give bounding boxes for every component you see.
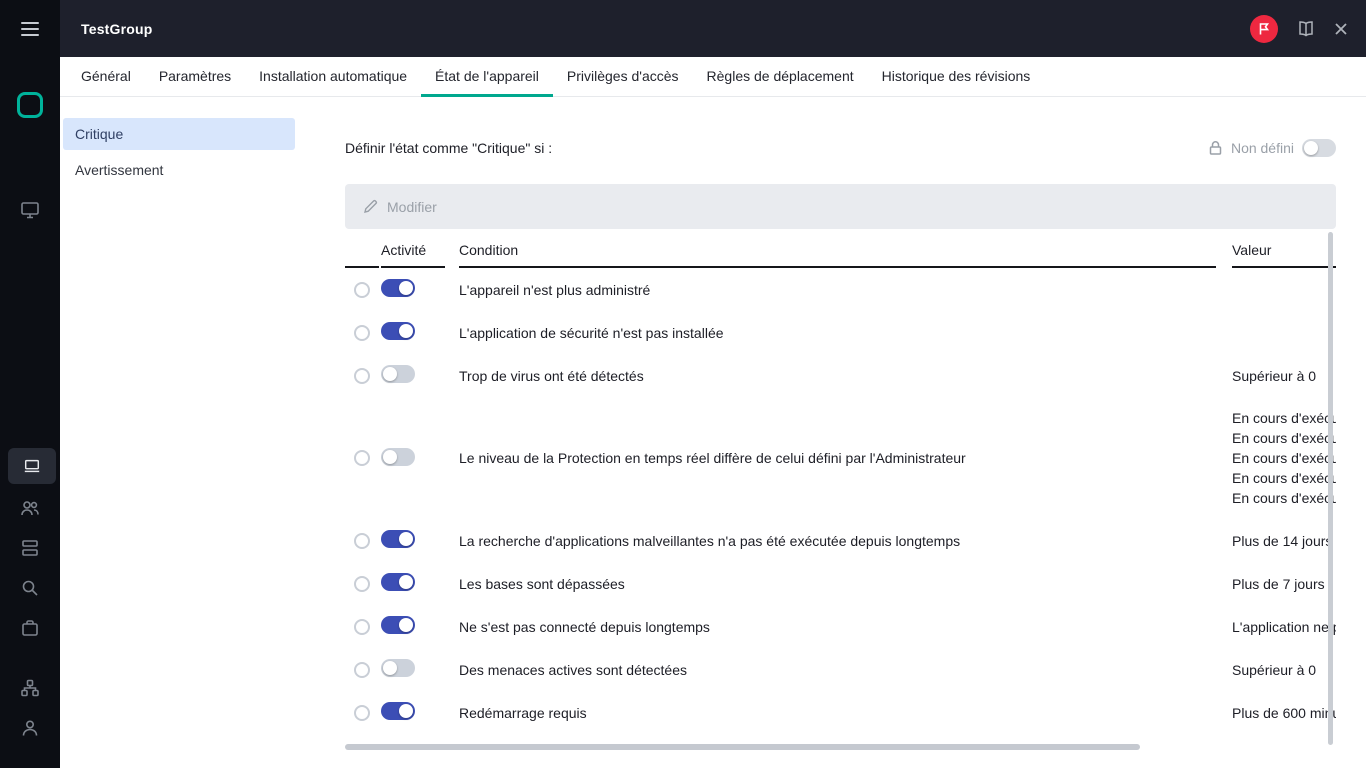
condition-label: Redémarrage requis xyxy=(459,704,587,721)
condition-label: Trop de virus ont été détectés xyxy=(459,367,644,384)
severity-item-avertissement[interactable]: Avertissement xyxy=(63,154,295,186)
horizontal-scrollbar xyxy=(345,744,1336,750)
value-label: Supérieur à 0 xyxy=(1232,661,1317,678)
table-row: Des menaces actives sont détectées Supér… xyxy=(345,648,1336,691)
app-window: TestGroup Général Paramètres Installatio… xyxy=(0,0,1366,768)
tab-regles-deplacement[interactable]: Règles de déplacement xyxy=(693,57,868,97)
tab-etat-appareil[interactable]: État de l'appareil xyxy=(421,57,553,97)
activity-column-header: Activité xyxy=(381,242,445,268)
panel-heading: Définir l'état comme "Critique" si : xyxy=(345,140,553,156)
row-radio[interactable] xyxy=(354,575,370,592)
monitoring-icon[interactable] xyxy=(20,200,40,220)
device-status-panel: Définir l'état comme "Critique" si : Non… xyxy=(345,97,1366,768)
value-column-header: Valeur xyxy=(1232,242,1336,268)
table-header: Activité Condition Valeur xyxy=(345,236,1336,268)
value-label: Plus de 14 jours xyxy=(1232,532,1333,549)
row-toggle[interactable] xyxy=(381,659,415,677)
row-toggle[interactable] xyxy=(381,279,415,297)
table-row: Redémarrage requis Plus de 600 minu xyxy=(345,691,1336,734)
table-row: Trop de virus ont été détectés Supérieur… xyxy=(345,354,1336,397)
table-row: L'application de sécurité n'est pas inst… xyxy=(345,311,1336,354)
severity-list: Critique Avertissement xyxy=(60,97,345,768)
lock-toggle[interactable] xyxy=(1302,139,1336,157)
condition-label: L'appareil n'est plus administré xyxy=(459,281,651,298)
tab-historique-revisions[interactable]: Historique des révisions xyxy=(868,57,1045,97)
value-label: Supérieur à 0 xyxy=(1232,367,1317,384)
close-icon[interactable] xyxy=(1334,22,1348,36)
condition-label: Ne s'est pas connecté depuis longtemps xyxy=(459,618,710,635)
row-toggle[interactable] xyxy=(381,530,415,548)
row-radio[interactable] xyxy=(354,324,370,341)
servers-icon[interactable] xyxy=(20,538,40,558)
value-label: Plus de 7 jours xyxy=(1232,575,1325,592)
devices-icon[interactable] xyxy=(8,448,56,484)
condition-label: Le niveau de la Protection en temps réel… xyxy=(459,450,966,466)
row-toggle[interactable] xyxy=(381,616,415,634)
row-radio[interactable] xyxy=(354,532,370,549)
hierarchy-icon[interactable] xyxy=(20,678,40,698)
condition-column-header: Condition xyxy=(459,242,1216,268)
value-label: Plus de 600 minu xyxy=(1232,704,1336,721)
table-row: Les bases sont dépassées Plus de 7 jours xyxy=(345,562,1336,605)
row-radio[interactable] xyxy=(354,661,370,678)
pencil-icon xyxy=(363,199,378,214)
row-toggle[interactable] xyxy=(381,702,415,720)
tasks-icon[interactable] xyxy=(20,618,40,638)
app-logo xyxy=(17,92,43,118)
modifier-button[interactable]: Modifier xyxy=(345,184,1336,229)
nav-rail xyxy=(0,0,60,768)
lock-label: Non défini xyxy=(1230,140,1294,156)
row-radio[interactable] xyxy=(354,704,370,721)
table-row: Ne s'est pas connecté depuis longtemps L… xyxy=(345,605,1336,648)
row-toggle[interactable] xyxy=(381,573,415,591)
tab-installation-automatique[interactable]: Installation automatique xyxy=(245,57,421,97)
modifier-label: Modifier xyxy=(387,198,437,215)
group-title: TestGroup xyxy=(81,20,153,37)
tab-bar: Général Paramètres Installation automati… xyxy=(60,57,1366,97)
users-icon[interactable] xyxy=(20,498,40,518)
row-radio[interactable] xyxy=(354,367,370,384)
row-radio[interactable] xyxy=(354,618,370,635)
value-label: En cours d'exécu En cours d'exécu En cou… xyxy=(1232,410,1336,506)
condition-label: Des menaces actives sont détectées xyxy=(459,661,688,678)
row-toggle[interactable] xyxy=(381,447,415,466)
tab-parametres[interactable]: Paramètres xyxy=(145,57,245,97)
vertical-scrollbar[interactable] xyxy=(1328,232,1333,745)
row-toggle[interactable] xyxy=(381,322,415,340)
table-row: Le niveau de la Protection en temps réel… xyxy=(345,397,1336,519)
tab-general[interactable]: Général xyxy=(67,57,145,97)
value-label: L'application ne p xyxy=(1232,618,1336,635)
account-icon[interactable] xyxy=(20,718,40,738)
condition-label: L'application de sécurité n'est pas inst… xyxy=(459,324,724,341)
table-row: L'appareil n'est plus administré xyxy=(345,268,1336,311)
radio-column-header xyxy=(345,236,379,268)
help-book-icon[interactable] xyxy=(1296,20,1316,38)
severity-item-critique[interactable]: Critique xyxy=(63,118,295,150)
horizontal-scrollbar-thumb[interactable] xyxy=(345,744,1140,750)
table-row: La recherche d'applications malveillante… xyxy=(345,519,1336,562)
menu-icon[interactable] xyxy=(21,18,39,40)
notifications-flag-badge[interactable] xyxy=(1250,14,1278,43)
condition-label: La recherche d'applications malveillante… xyxy=(459,532,961,549)
search-icon[interactable] xyxy=(20,578,40,598)
title-bar: TestGroup xyxy=(60,0,1366,57)
row-toggle[interactable] xyxy=(381,365,415,383)
row-radio[interactable] xyxy=(354,281,370,298)
condition-label: Les bases sont dépassées xyxy=(459,575,625,592)
row-radio[interactable] xyxy=(354,450,370,466)
tab-privileges-acces[interactable]: Privilèges d'accès xyxy=(553,57,693,97)
lock-icon xyxy=(1208,140,1223,156)
